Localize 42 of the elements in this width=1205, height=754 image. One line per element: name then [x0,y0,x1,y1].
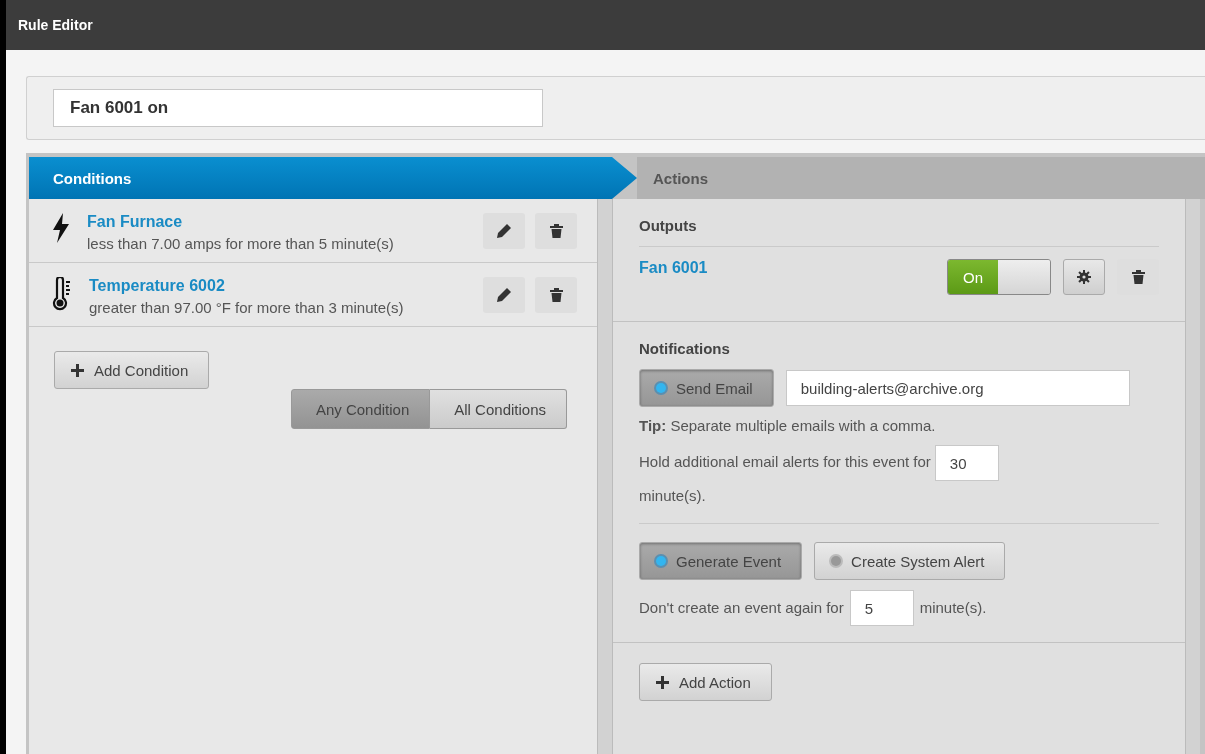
add-action-button[interactable]: Add Action [639,663,772,701]
add-condition-button[interactable]: Add Condition [54,351,210,389]
event-option-toggle[interactable]: Generate Event [639,542,803,580]
email-field[interactable]: building-alerts@archive.org [785,370,1130,406]
delete-button[interactable] [535,213,577,249]
trash-icon [549,288,563,302]
pencil-icon [496,223,512,239]
event-option-toggle[interactable]: Create System Alert [814,542,1006,580]
settings-button[interactable] [1063,259,1105,295]
hold-minutes-field[interactable]: 30 [934,445,999,481]
on-off-switch[interactable]: On [947,259,1051,295]
edit-button[interactable] [483,277,525,313]
match-option-button[interactable]: All Conditions [430,389,567,429]
hold-unit: minute(s). [639,487,706,504]
output-name-link[interactable]: Fan 6001 [639,259,935,277]
thermometer-icon [51,277,73,311]
rule-name-field[interactable]: Fan 6001 on [53,89,543,127]
notifications-heading: Notifications [639,340,731,357]
condition-description: less than 7.00 amps for more than 5 minute(s) [87,235,395,252]
pencil-icon [496,287,512,303]
condition-name-link[interactable]: Fan Furnace [87,213,467,231]
window-title: Rule Editor [18,17,93,33]
send-email-toggle[interactable]: Send Email [639,369,774,407]
repeat-label: Don't create an event again for [639,598,844,618]
step-tab[interactable]: Conditions [29,157,637,199]
tip-text: Tip: Separate multiple emails with a comma. [639,416,937,436]
repeat-unit: minute(s). [919,598,987,618]
hold-label: Hold additional email alerts for this event for [639,453,931,471]
delete-button[interactable] [535,277,577,313]
lightning-icon [51,213,71,243]
condition-description: greater than 97.00 °F for more than 3 minute(s) [89,299,405,316]
gear-icon [1077,270,1091,284]
repeat-minutes-field[interactable]: 5 [849,590,914,626]
plus-icon [71,363,84,377]
plus-icon [656,675,669,689]
step-tab[interactable]: Actions [637,157,1205,199]
condition-name-link[interactable]: Temperature 6002 [89,277,467,295]
trash-icon [549,224,563,238]
outputs-heading: Outputs [639,217,698,234]
trash-icon [1131,270,1145,284]
match-option-button[interactable]: Any Condition [290,389,431,429]
edit-button[interactable] [483,213,525,249]
